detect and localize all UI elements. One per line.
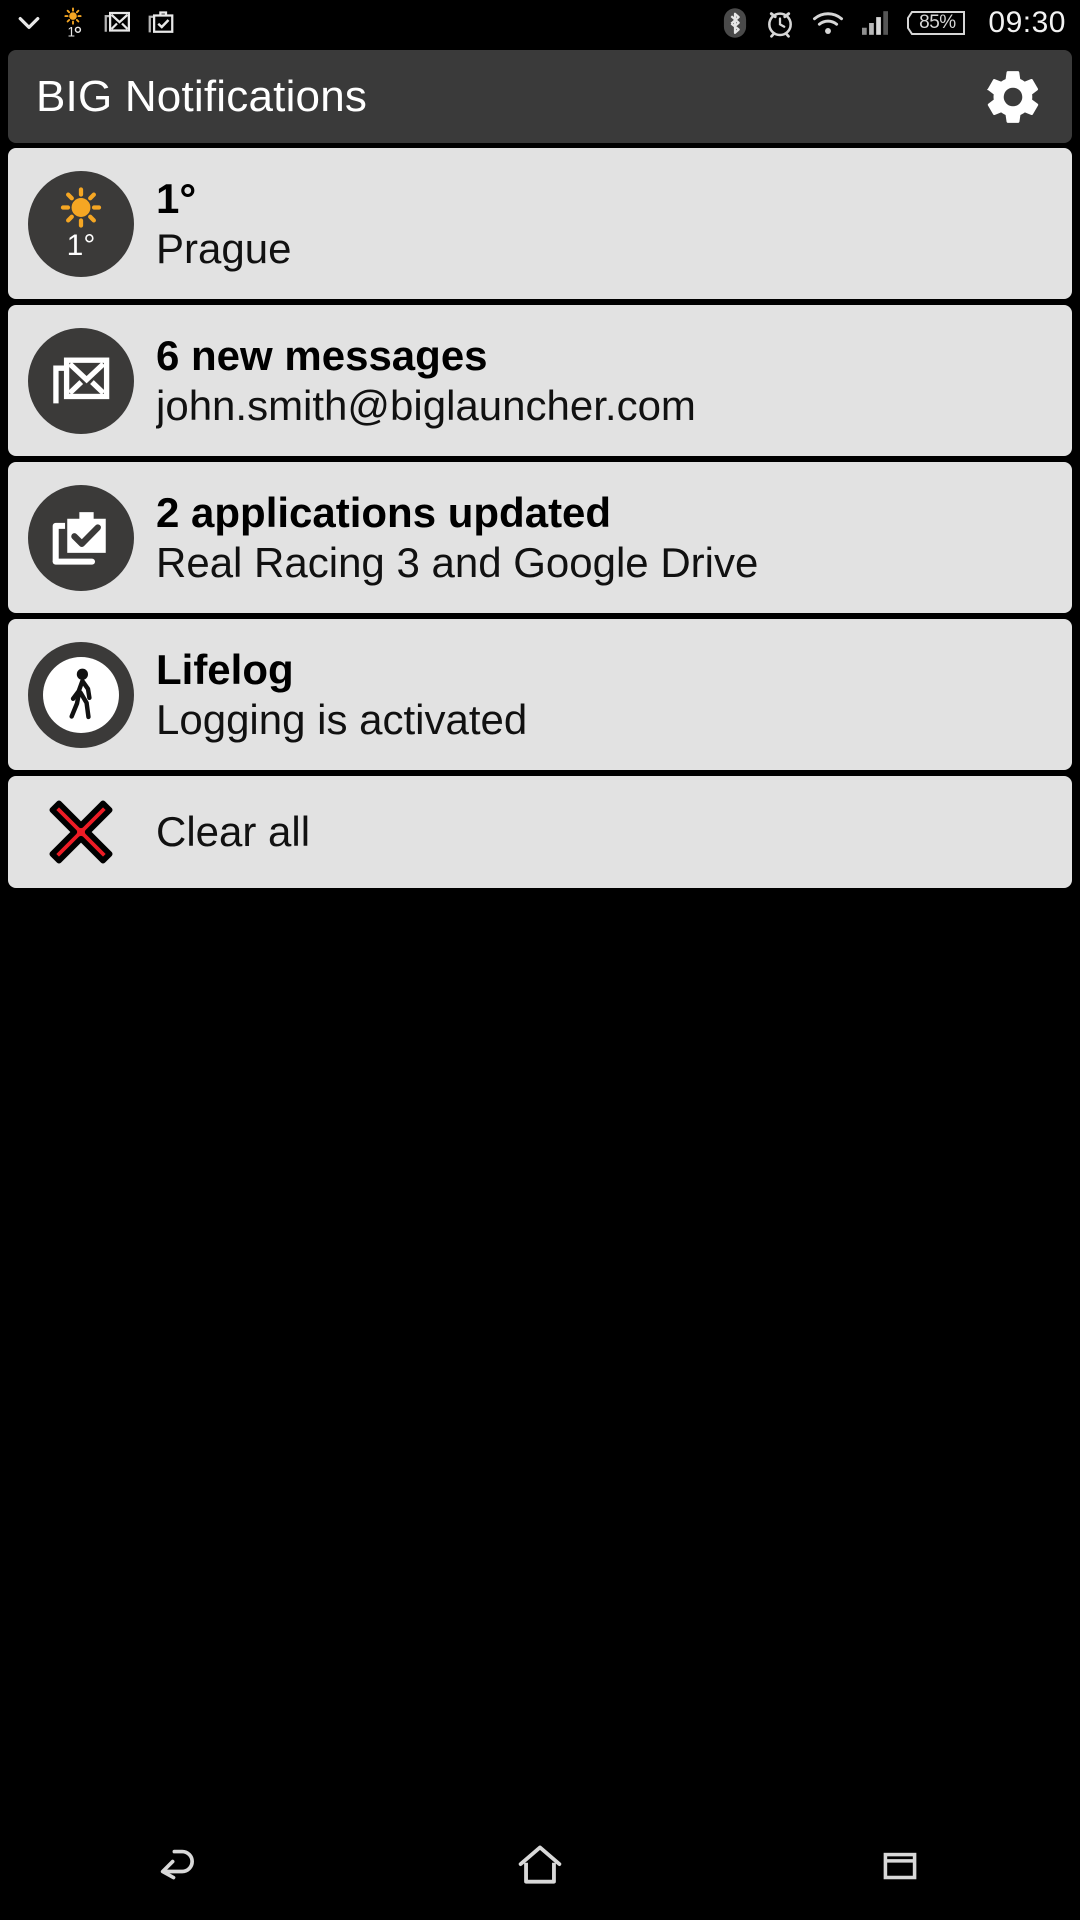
gear-icon[interactable] <box>982 66 1044 128</box>
notification-item-weather[interactable]: 1° 1° Prague <box>8 148 1072 299</box>
gmail-status-icon <box>102 8 132 38</box>
notification-text-weather: 1° Prague <box>156 174 291 273</box>
navigation-bar <box>0 1810 1080 1920</box>
notification-subtitle: Prague <box>156 224 292 272</box>
page-title: BIG Notifications <box>36 71 368 121</box>
recents-icon[interactable] <box>810 1810 990 1920</box>
bluetooth-icon <box>722 7 748 39</box>
cellular-signal-icon <box>860 10 890 36</box>
walking-person-icon <box>28 641 134 748</box>
home-icon[interactable] <box>450 1810 630 1920</box>
alarm-icon <box>764 7 796 39</box>
status-bar-left-icons: 1 <box>14 7 176 39</box>
wifi-icon <box>812 9 844 37</box>
notification-title: 6 new messages <box>156 331 488 379</box>
notification-text-gmail: 6 new messages john.smith@biglauncher.co… <box>156 331 696 430</box>
app-update-icon <box>28 484 134 591</box>
notification-subtitle: john.smith@biglauncher.com <box>156 381 696 429</box>
weather-icon-temp-label: 1° <box>66 228 96 262</box>
status-bar: 1 85% 09:30 <box>0 0 1080 46</box>
notification-list: 1° 1° Prague 6 new messages john.smith@b… <box>8 148 1072 894</box>
notification-title: 2 applications updated <box>156 488 612 536</box>
phone-screen: 1 85% 09:30 BIG Notifications 1° 1° Prag… <box>0 0 1080 1920</box>
notification-subtitle: Real Racing 3 and Google Drive <box>156 538 759 586</box>
weather-sun-icon: 1° <box>28 170 134 277</box>
notification-title: 1° <box>156 174 197 222</box>
status-bar-clock: 09:30 <box>988 6 1066 39</box>
notification-text-lifelog: Lifelog Logging is activated <box>156 645 527 744</box>
back-icon[interactable] <box>90 1810 270 1920</box>
battery-icon: 85% <box>906 8 968 38</box>
clear-all-label: Clear all <box>156 808 311 855</box>
notification-item-gmail[interactable]: 6 new messages john.smith@biglauncher.co… <box>8 305 1072 456</box>
notification-item-lifelog[interactable]: Lifelog Logging is activated <box>8 619 1072 770</box>
clear-all-button[interactable]: Clear all <box>8 776 1072 888</box>
app-header: BIG Notifications <box>8 50 1072 143</box>
notification-subtitle: Logging is activated <box>156 695 528 743</box>
play-store-update-status-icon <box>146 8 176 38</box>
svg-text:1: 1 <box>67 25 75 39</box>
status-bar-right-icons: 85% 09:30 <box>722 6 1066 40</box>
notification-item-app-updates[interactable]: 2 applications updated Real Racing 3 and… <box>8 462 1072 613</box>
notification-title: Lifelog <box>156 645 294 693</box>
gmail-icon <box>28 327 134 434</box>
battery-percent-label: 85% <box>919 12 956 33</box>
red-x-icon <box>28 779 134 885</box>
notification-text-app-updates: 2 applications updated Real Racing 3 and… <box>156 488 758 587</box>
chevron-down-icon <box>14 8 44 38</box>
weather-status-icon: 1 <box>58 7 88 39</box>
